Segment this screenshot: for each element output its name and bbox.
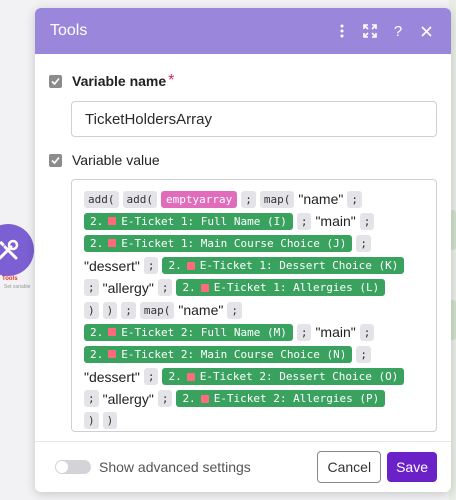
separator-token[interactable]: ; xyxy=(359,212,375,230)
function-token[interactable]: add( xyxy=(122,190,157,208)
function-token[interactable]: map( xyxy=(139,301,175,319)
toggle-knob xyxy=(56,461,68,473)
close-paren-token[interactable]: ) xyxy=(102,412,118,430)
variable-name-label: Variable name xyxy=(72,73,167,89)
separator-token[interactable]: ; xyxy=(157,279,173,297)
variable-name-row: Variable name * xyxy=(49,70,437,92)
ticket-icon xyxy=(108,239,117,248)
mapped-field-pill[interactable]: 2. E-Ticket 2: Allergies (P) xyxy=(176,390,386,408)
tools-dialog: Tools ? Variable name * TicketHoldersArr… xyxy=(35,8,451,492)
dialog-footer: Show advanced settings Cancel Save xyxy=(35,441,451,492)
separator-token[interactable]: ; xyxy=(84,390,99,408)
save-button[interactable]: Save xyxy=(387,452,437,482)
text-token: "main" xyxy=(315,324,356,341)
ticket-icon xyxy=(186,261,195,270)
variable-value-editor[interactable]: add( add( emptyarray ; map( "name" ; 2. E… xyxy=(71,179,437,432)
close-paren-token[interactable]: ) xyxy=(84,301,99,319)
separator-token[interactable]: ; xyxy=(356,234,372,252)
separator-token[interactable]: ; xyxy=(143,368,159,386)
text-token: "dessert" xyxy=(84,257,140,274)
advanced-settings-label: Show advanced settings xyxy=(99,459,251,475)
separator-token[interactable]: ; xyxy=(347,190,362,208)
node-label: Tools xyxy=(2,276,18,282)
separator-token[interactable]: ; xyxy=(227,301,242,319)
separator-token[interactable]: ; xyxy=(296,212,312,230)
expand-icon[interactable] xyxy=(357,18,383,44)
text-token: "name" xyxy=(298,191,344,208)
mapped-field-pill[interactable]: 2. E-Ticket 1: Main Course Choice (J) xyxy=(84,234,353,252)
required-mark: * xyxy=(168,72,175,89)
separator-token[interactable]: ; xyxy=(84,279,99,297)
wrench-screwdriver-icon xyxy=(0,239,19,260)
check-icon xyxy=(51,77,60,85)
variable-value-label: Variable value xyxy=(72,152,160,168)
text-token: "allergy" xyxy=(102,279,154,296)
text-token: "name" xyxy=(178,302,224,319)
function-token[interactable]: map( xyxy=(259,190,295,208)
close-icon[interactable] xyxy=(413,18,439,44)
ticket-icon xyxy=(108,350,117,359)
ticket-icon xyxy=(200,283,209,292)
dialog-title: Tools xyxy=(50,22,88,39)
variable-name-checkbox[interactable] xyxy=(49,74,62,88)
separator-token[interactable]: ; xyxy=(296,323,312,341)
keyword-token[interactable]: emptyarray xyxy=(161,190,238,208)
separator-token[interactable]: ; xyxy=(356,345,372,363)
check-icon xyxy=(51,156,60,164)
mapped-field-pill[interactable]: 2. E-Ticket 2: Dessert Choice (O) xyxy=(162,368,405,386)
advanced-settings-toggle[interactable] xyxy=(55,460,91,474)
mapped-field-pill[interactable]: 2. E-Ticket 2: Full Name (M) xyxy=(84,323,293,341)
tools-module-node[interactable] xyxy=(0,224,34,276)
mapped-field-pill[interactable]: 2. E-Ticket 1: Dessert Choice (K) xyxy=(162,257,405,275)
mapped-field-pill[interactable]: 2. E-Ticket 2: Main Course Choice (N) xyxy=(84,345,353,363)
node-sublabel: Set variable xyxy=(4,284,31,290)
separator-token[interactable]: ; xyxy=(121,301,136,319)
mapped-field-pill[interactable]: 2. E-Ticket 1: Allergies (L) xyxy=(176,279,386,297)
ticket-icon xyxy=(200,394,209,403)
close-paren-token[interactable]: ) xyxy=(102,301,118,319)
ticket-icon xyxy=(108,328,117,337)
ticket-icon xyxy=(186,372,195,381)
close-paren-token[interactable]: ) xyxy=(84,412,99,430)
text-token: "main" xyxy=(315,213,356,230)
variable-value-checkbox[interactable] xyxy=(49,153,62,167)
help-icon[interactable]: ? xyxy=(385,18,411,44)
separator-token[interactable]: ; xyxy=(143,257,159,275)
function-token[interactable]: add( xyxy=(84,190,119,208)
separator-token[interactable]: ; xyxy=(359,323,375,341)
dialog-header: Tools ? xyxy=(35,8,451,54)
ticket-icon xyxy=(108,217,117,226)
more-vertical-icon[interactable] xyxy=(329,18,355,44)
cancel-button[interactable]: Cancel xyxy=(317,451,382,483)
variable-name-input[interactable]: TicketHoldersArray xyxy=(71,101,437,137)
text-token: "allergy" xyxy=(102,390,154,407)
separator-token[interactable]: ; xyxy=(241,190,256,208)
text-token: "dessert" xyxy=(84,368,140,385)
separator-token[interactable]: ; xyxy=(157,390,173,408)
mapped-field-pill[interactable]: 2. E-Ticket 1: Full Name (I) xyxy=(84,212,293,230)
variable-value-row: Variable value xyxy=(49,149,437,171)
